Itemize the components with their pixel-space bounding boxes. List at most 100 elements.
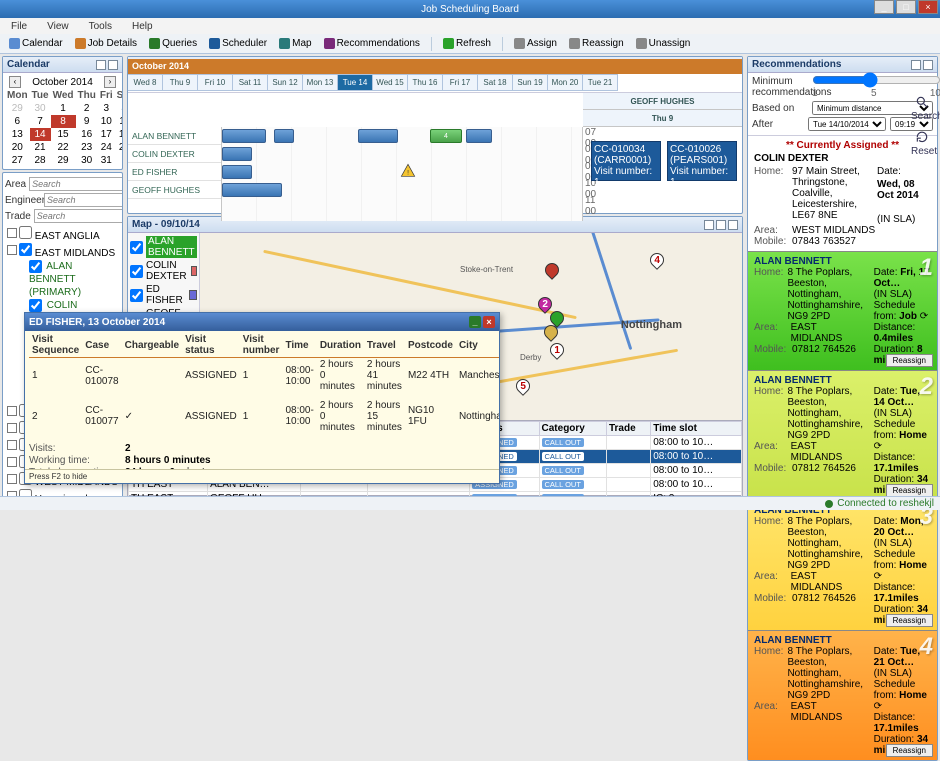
region-checkbox[interactable] (19, 243, 32, 256)
gantt-day[interactable]: Sat 11 (233, 74, 268, 91)
gantt-day[interactable]: Mon 20 (548, 74, 583, 91)
panel-max-icon[interactable] (716, 220, 726, 230)
cal-day[interactable]: 29 (51, 154, 76, 167)
legend-item[interactable]: ED FISHER (130, 284, 197, 306)
menu-file[interactable]: File (6, 19, 32, 34)
cal-day[interactable]: 23 (76, 141, 98, 154)
minimize-button[interactable]: _ (874, 0, 894, 14)
engineer-checkbox[interactable] (29, 299, 42, 312)
cal-day[interactable]: 17 (98, 128, 115, 141)
gantt-bar[interactable] (222, 147, 252, 161)
toolbar-map[interactable]: Map (274, 36, 316, 51)
cal-day[interactable]: 13 (5, 128, 30, 141)
map-marker[interactable]: 1 (547, 340, 567, 360)
toolbar-unassign[interactable]: Unassign (631, 36, 696, 51)
gantt-day[interactable]: Thu 16 (408, 74, 443, 91)
toolbar-calendar[interactable]: Calendar (4, 36, 68, 51)
cal-next-button[interactable]: › (104, 76, 116, 88)
gantt-day[interactable]: Tue 21 (583, 74, 618, 91)
recommendation-card[interactable]: 3ALAN BENNETTHome:8 The Poplars, Beeston… (748, 500, 937, 630)
toolbar-queries[interactable]: Queries (144, 36, 202, 51)
warning-icon[interactable]: ! (400, 163, 416, 179)
cal-day[interactable]: 16 (76, 128, 98, 141)
map-marker[interactable]: 4 (647, 250, 667, 270)
min-recs-slider[interactable] (812, 75, 940, 85)
recommendation-card[interactable]: 2ALAN BENNETTHome:8 The Poplars, Beeston… (748, 370, 937, 500)
gantt-day[interactable]: Mon 13 (303, 74, 338, 91)
close-button[interactable]: × (918, 0, 938, 14)
cal-day[interactable]: 3 (98, 102, 115, 115)
panel-menu-icon[interactable] (728, 220, 738, 230)
panel-menu-icon[interactable] (108, 60, 118, 70)
popup-min-button[interactable]: _ (469, 316, 481, 328)
menu-tools[interactable]: Tools (84, 19, 117, 34)
gantt-bar[interactable] (358, 129, 398, 143)
menu-help[interactable]: Help (127, 19, 158, 34)
recommendation-card[interactable]: 1ALAN BENNETTHome:8 The Poplars, Beeston… (748, 251, 937, 370)
gantt-day[interactable]: Wed 15 (373, 74, 408, 91)
calendar-grid[interactable]: MonTueWedThuFriSatSun2930123456789101112… (5, 89, 122, 167)
cal-day[interactable]: 9 (76, 115, 98, 128)
visit-card[interactable]: CC-010026(PEARS001)Visit number: 1 (667, 141, 737, 181)
reassign-button[interactable]: Reassign (886, 354, 933, 367)
tree-region[interactable]: EAST MIDLANDS (5, 243, 120, 260)
gantt-bar[interactable] (466, 129, 492, 143)
cal-day[interactable]: 27 (5, 154, 30, 167)
panel-menu-icon[interactable] (923, 60, 933, 70)
map-marker[interactable] (542, 260, 562, 280)
toolbar-reassign[interactable]: Reassign (564, 36, 629, 51)
search-button[interactable]: Search (911, 95, 933, 122)
cal-day[interactable]: 1 (51, 102, 76, 115)
engineer-day-popup[interactable]: ED FISHER, 13 October 2014 _× Visit Sequ… (24, 312, 500, 484)
cal-day[interactable]: 22 (51, 141, 76, 154)
engineer-input[interactable] (44, 193, 122, 207)
region-checkbox[interactable] (19, 226, 32, 239)
menu-view[interactable]: View (42, 19, 74, 34)
recommendation-card[interactable]: 4ALAN BENNETTHome:8 The Poplars, Beeston… (748, 630, 937, 760)
legend-checkbox[interactable] (130, 241, 143, 254)
cal-day[interactable]: 30 (30, 102, 51, 115)
area-input[interactable] (29, 177, 122, 191)
gantt-day[interactable]: Thu 9 (163, 74, 198, 91)
gantt-day[interactable]: Sat 18 (478, 74, 513, 91)
cal-day[interactable]: 1 (115, 154, 122, 167)
maximize-button[interactable]: □ (896, 0, 916, 14)
gantt-day[interactable]: Sun 19 (513, 74, 548, 91)
gantt-bar[interactable] (274, 129, 294, 143)
gantt-day[interactable]: Wed 8 (128, 74, 163, 91)
cal-day[interactable]: 11 (115, 115, 122, 128)
toolbar-refresh[interactable]: Refresh (438, 36, 496, 51)
popup-close-button[interactable]: × (483, 316, 495, 328)
gantt-day[interactable]: Fri 17 (443, 74, 478, 91)
cal-day[interactable]: 14 (30, 128, 51, 141)
panel-pin-icon[interactable] (96, 60, 106, 70)
cal-day[interactable]: 2 (76, 102, 98, 115)
toolbar-job-details[interactable]: Job Details (70, 36, 142, 51)
panel-restore-icon[interactable] (704, 220, 714, 230)
cal-day[interactable]: 30 (76, 154, 98, 167)
cal-day[interactable]: 28 (30, 154, 51, 167)
cal-day[interactable]: 18 (115, 128, 122, 141)
gantt-bar[interactable] (222, 129, 266, 143)
legend-checkbox[interactable] (130, 265, 143, 278)
gantt-bar[interactable] (222, 183, 282, 197)
cal-day[interactable]: 29 (5, 102, 30, 115)
cal-day[interactable]: 20 (5, 141, 30, 154)
engineer-checkbox[interactable] (29, 260, 42, 273)
toolbar-recommendations[interactable]: Recommendations (319, 36, 425, 51)
cal-day[interactable]: 7 (30, 115, 51, 128)
cal-day[interactable]: 8 (51, 115, 76, 128)
cal-prev-button[interactable]: ‹ (9, 76, 21, 88)
panel-pin-icon[interactable] (911, 60, 921, 70)
cal-day[interactable]: 24 (98, 141, 115, 154)
gantt-bar[interactable]: 4 (430, 129, 462, 143)
cal-day[interactable]: 25 (115, 141, 122, 154)
cal-day[interactable]: 6 (5, 115, 30, 128)
cal-day[interactable]: 21 (30, 141, 51, 154)
visit-card[interactable]: CC-010034(CARR0001)Visit number: 1 (591, 141, 661, 181)
reassign-button[interactable]: Reassign (886, 744, 933, 757)
reassign-button[interactable]: Reassign (886, 614, 933, 627)
legend-checkbox[interactable] (130, 289, 143, 302)
cal-day[interactable]: 10 (98, 115, 115, 128)
toolbar-assign[interactable]: Assign (509, 36, 562, 51)
